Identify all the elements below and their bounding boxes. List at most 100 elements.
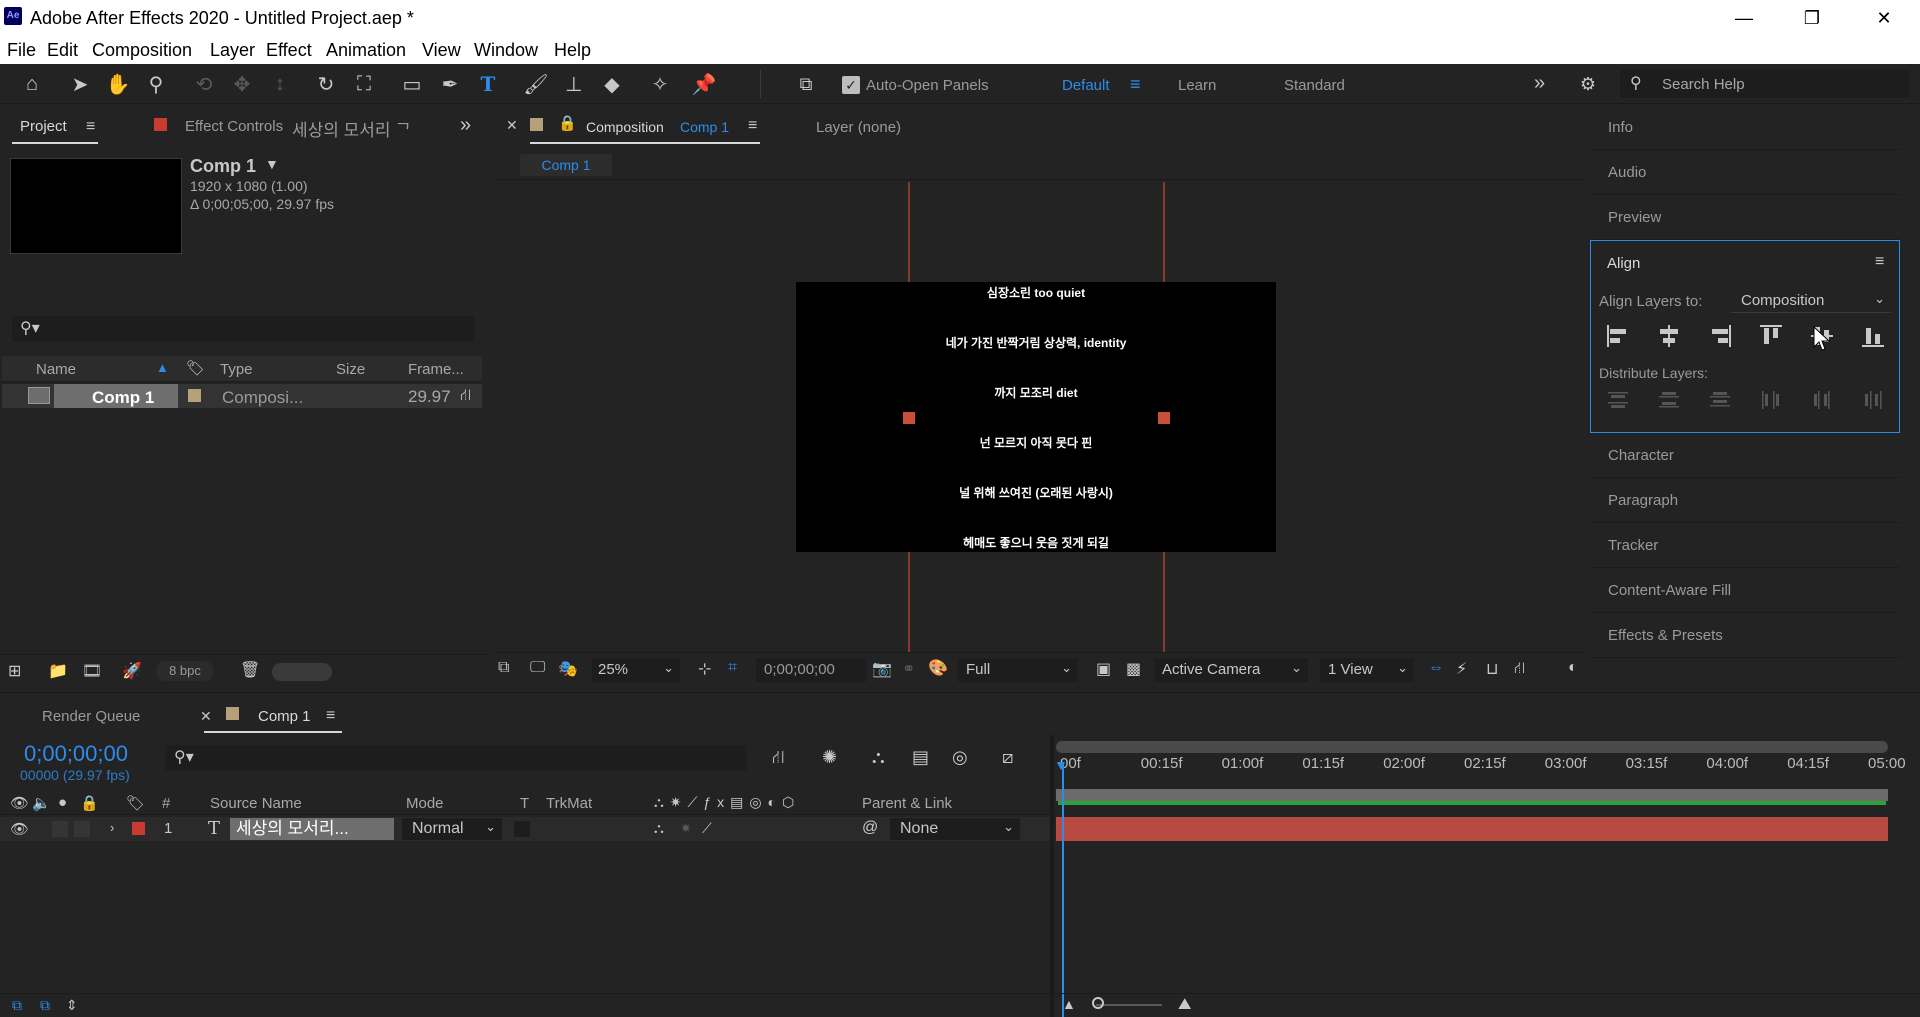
panel-overflow-icon[interactable]: » (460, 114, 471, 137)
motion-blur-icon[interactable]: ◎ (952, 747, 968, 768)
search-help-field[interactable]: ⚲ Search Help (1620, 70, 1910, 98)
minimize-button[interactable]: — (1710, 0, 1778, 36)
tab-layer[interactable]: Layer (none) (816, 119, 901, 136)
rotation-tool-icon[interactable]: ↻ (312, 70, 340, 98)
quality-switch-icon[interactable]: ⟋ (702, 820, 712, 837)
zoom-dropdown[interactable]: 25% ⌄ (592, 658, 680, 682)
shy-switch-icon[interactable]: ⛬ (654, 820, 664, 837)
column-size[interactable]: Size (336, 361, 365, 378)
workspace-standard[interactable]: Standard (1284, 77, 1345, 94)
eye-icon[interactable]: 👁 (10, 794, 29, 812)
project-item-row[interactable]: Comp 1 Composi... 29.97 ⛙ (2, 384, 482, 408)
zoom-tool-icon[interactable]: ⚲ (142, 70, 170, 98)
layer-visibility-icon[interactable]: 👁 (10, 820, 29, 838)
in-out-toggle-icon[interactable]: ⇕ (66, 997, 78, 1014)
playhead-icon[interactable]: ▼ (1054, 757, 1068, 773)
always-preview-icon[interactable]: ⧉ (498, 659, 509, 677)
selection-tool-icon[interactable]: ➤ (66, 70, 94, 98)
pick-whip-icon[interactable]: @ (862, 819, 878, 837)
shy-layers-icon[interactable]: ⛬ (872, 747, 885, 768)
paragraph-panel[interactable]: Paragraph (1590, 479, 1900, 523)
camera-dropdown[interactable]: Active Camera ⌄ (1154, 658, 1308, 682)
timeline-icon[interactable]: ⊔ (1486, 659, 1498, 679)
solo-icon[interactable]: ● (58, 794, 67, 811)
layer-mode-dropdown[interactable]: Normal ⌄ (402, 818, 502, 840)
monitor-icon[interactable]: 🖵 (530, 659, 545, 677)
pan-behind-tool-icon[interactable]: ⛶ (350, 70, 378, 98)
tab-composition-name[interactable]: Comp 1 (680, 119, 729, 135)
solo-toggle[interactable] (52, 821, 68, 837)
align-top-icon[interactable] (1757, 322, 1785, 350)
align-panel-menu-icon[interactable]: ≡ (1875, 253, 1884, 271)
comp-breadcrumb[interactable]: Comp 1 (520, 154, 612, 176)
menu-view[interactable]: View (422, 40, 461, 61)
tab-effect-controls[interactable]: Effect Controls (185, 118, 283, 135)
align-left-icon[interactable] (1604, 322, 1632, 350)
mask-visibility-icon[interactable]: 🎭 (558, 659, 578, 679)
flowchart-icon[interactable]: ⛙ (460, 386, 471, 406)
tab-project[interactable]: Project (20, 118, 67, 135)
resolution-dropdown[interactable]: Full ⌄ (958, 658, 1078, 682)
close-tab-icon[interactable]: ✕ (506, 117, 518, 134)
align-bottom-icon[interactable] (1859, 322, 1887, 350)
current-time-indicator[interactable] (1062, 763, 1064, 1017)
timeline-search-input[interactable]: ⚲▾ (166, 745, 746, 771)
interpret-footage-icon[interactable]: ⊞ (8, 661, 21, 681)
menu-effect[interactable]: Effect (266, 40, 312, 61)
rectangle-tool-icon[interactable]: ▭ (398, 70, 426, 98)
time-ruler[interactable]: 00f 00:15f 01:00f 01:15f 02:00f 02:15f 03:00f 0… (1056, 755, 1906, 779)
channel-rgb-icon[interactable]: 🎨 (928, 658, 948, 678)
preview-panel[interactable]: Preview (1590, 196, 1900, 240)
restore-button[interactable]: ❐ (1778, 0, 1846, 36)
roto-brush-tool-icon[interactable]: ✧ (646, 70, 674, 98)
timeline-zoom-slider[interactable] (1096, 1004, 1162, 1006)
column-mode[interactable]: Mode (406, 795, 444, 812)
thumbnail-scroll-slider[interactable] (272, 663, 332, 681)
workspace-learn[interactable]: Learn (1178, 77, 1216, 94)
layer-name[interactable]: 세상의 모서리... (230, 818, 394, 840)
tab-composition[interactable]: Composition (586, 119, 664, 135)
project-panel-menu-icon[interactable]: ≡ (86, 118, 95, 136)
effects-presets-panel[interactable]: Effects & Presets (1590, 614, 1900, 658)
transparency-grid-icon[interactable]: ⌗ (728, 659, 737, 677)
hand-tool-icon[interactable]: ✋ (104, 70, 132, 98)
new-composition-icon[interactable]: 🎞 (82, 661, 102, 681)
character-panel[interactable]: Character (1590, 434, 1900, 478)
audio-icon[interactable]: 🔈 (32, 794, 51, 812)
align-horizontal-center-icon[interactable] (1655, 322, 1683, 350)
workspace-default[interactable]: Default (1062, 77, 1110, 94)
layer-label-swatch[interactable] (132, 822, 145, 835)
zoom-out-icon[interactable]: ▲ (1062, 996, 1076, 1012)
sync-settings-icon[interactable]: ⚙ (1574, 70, 1602, 98)
close-button[interactable]: ✕ (1850, 0, 1918, 36)
views-dropdown[interactable]: 1 View ⌄ (1320, 658, 1414, 682)
show-snapshot-icon[interactable]: ⚭ (902, 659, 915, 679)
toggle-pixel-aspect-icon[interactable]: ⇔ (1428, 659, 1444, 677)
tab-render-queue[interactable]: Render Queue (42, 708, 140, 725)
auto-open-panels-checkbox[interactable]: ✓ (842, 76, 860, 94)
workspace-overflow-icon[interactable]: » (1534, 72, 1545, 95)
orbit-camera-icon[interactable]: ⟲ (190, 70, 218, 98)
close-tab-icon[interactable]: ✕ (200, 708, 212, 725)
tab-timeline-comp[interactable]: Comp 1 (258, 708, 311, 725)
bit-depth-button[interactable]: 8 bpc (156, 661, 214, 681)
clone-stamp-tool-icon[interactable]: ⊥ (560, 70, 588, 98)
menu-composition[interactable]: Composition (92, 40, 192, 61)
align-target-dropdown[interactable]: Composition ⌄ (1731, 289, 1891, 313)
trash-icon[interactable]: 🗑 (240, 660, 260, 680)
graph-editor-icon[interactable]: ⧄ (1002, 747, 1013, 768)
content-aware-fill-panel[interactable]: Content-Aware Fill (1590, 569, 1900, 613)
workspace-menu-icon[interactable]: ≡ (1130, 74, 1141, 95)
new-folder-icon[interactable]: 📁 (48, 661, 68, 681)
distribute-horizontal-center-icon[interactable] (1808, 388, 1836, 412)
layer-handle-left[interactable] (903, 412, 915, 424)
distribute-bottom-icon[interactable] (1706, 388, 1734, 412)
collapse-switch-icon[interactable]: ✷ (680, 820, 692, 837)
composition-mini-flowchart-icon[interactable]: ⛙ (772, 747, 785, 771)
column-name[interactable]: Name (36, 361, 76, 378)
layer-switches-toggle-icon[interactable]: ⧉ (12, 997, 22, 1014)
lock-toggle[interactable] (74, 821, 90, 837)
lock-icon[interactable]: 🔒 (80, 794, 99, 812)
fit-region-icon[interactable]: ⊹ (698, 659, 711, 679)
puppet-pin-tool-icon[interactable]: 📌 (690, 70, 718, 98)
